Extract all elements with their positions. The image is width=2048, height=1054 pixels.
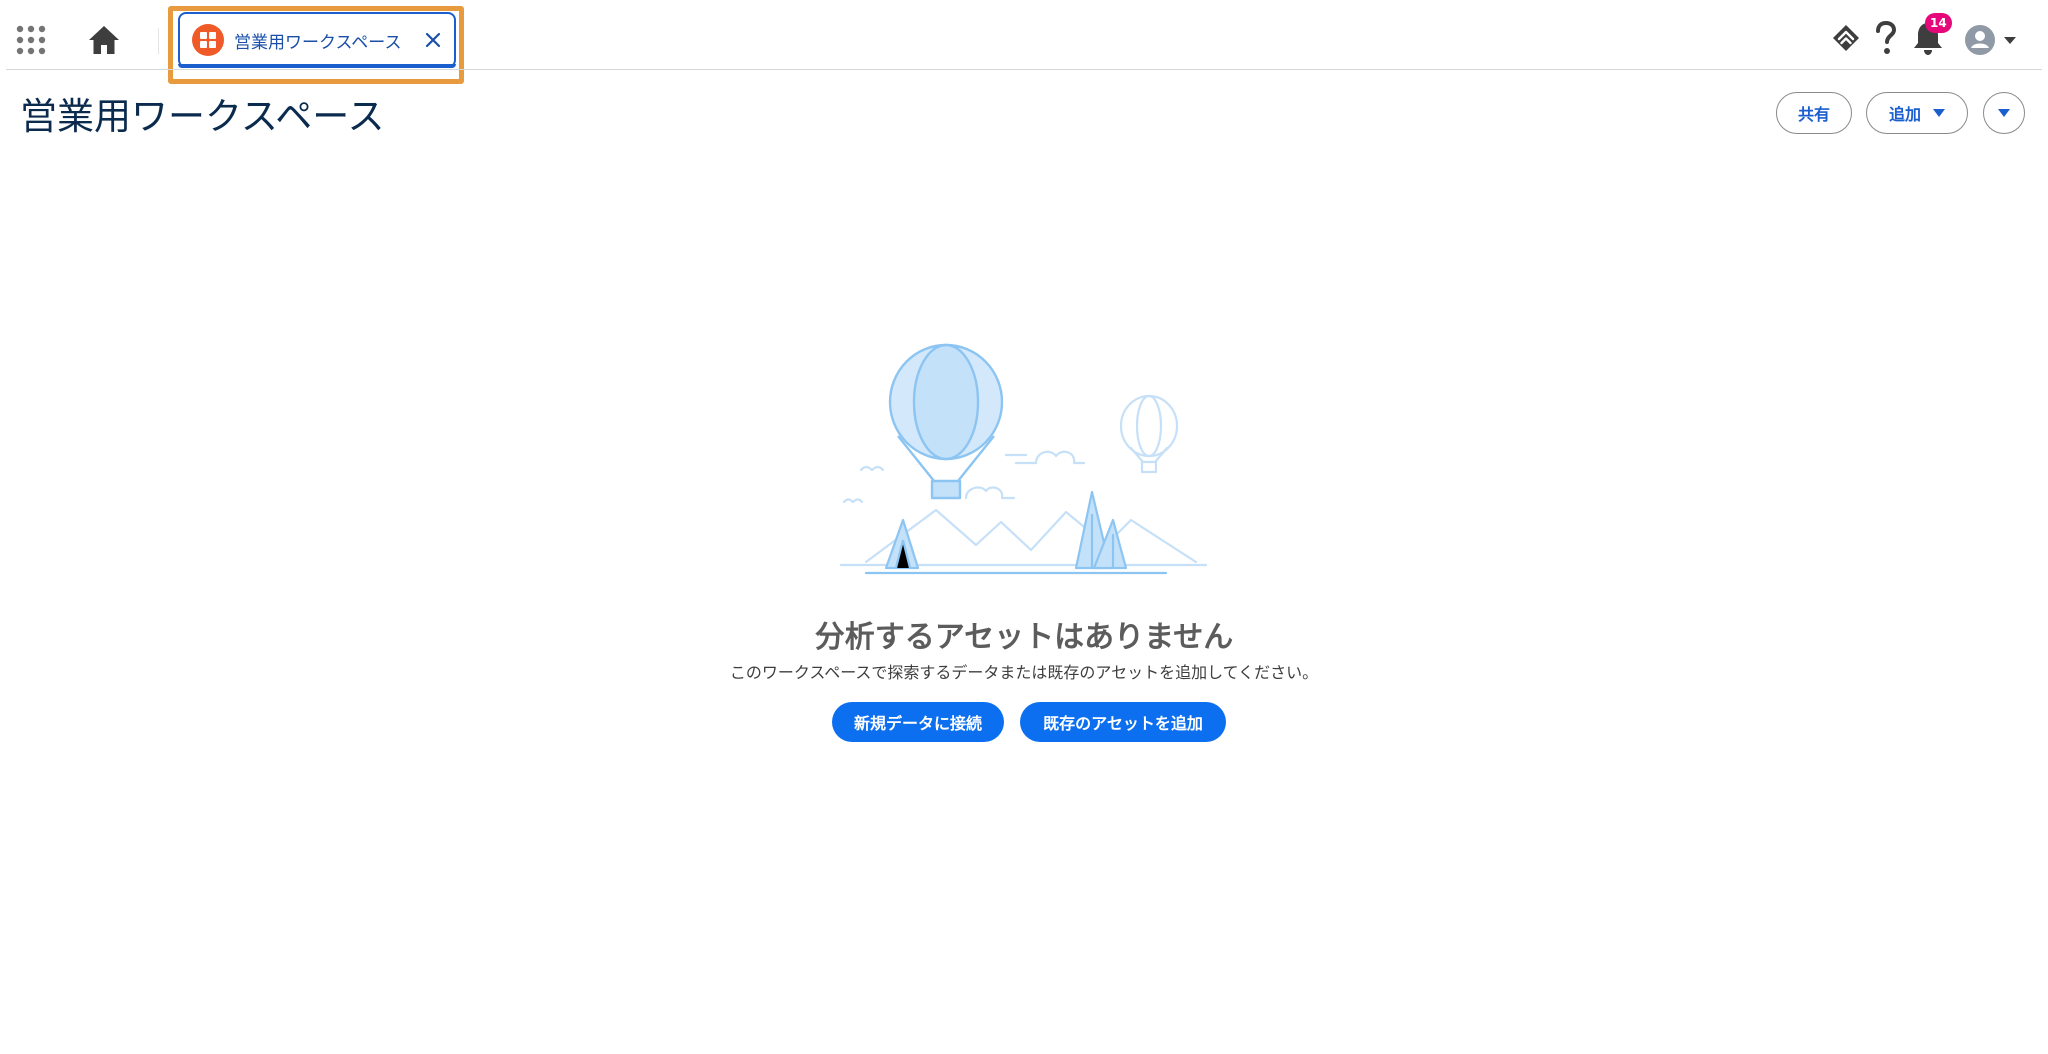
chevron-down-icon: [1998, 109, 2010, 117]
share-button-label: 共有: [1797, 105, 1830, 124]
notification-count-badge: 14: [1925, 13, 1952, 33]
page-title: 営業用ワークスペース: [20, 95, 385, 138]
share-button[interactable]: 共有: [1776, 92, 1852, 134]
assistant-icon[interactable]: [1830, 22, 1862, 54]
tab-workspace[interactable]: 営業用ワークスペース: [178, 12, 456, 68]
add-existing-asset-label: 既存のアセットを追加: [1043, 714, 1203, 733]
app-launcher-icon[interactable]: [15, 24, 47, 56]
empty-state-description: このワークスペースで探索するデータまたは既存のアセットを追加してください。: [729, 663, 1319, 682]
tab-label: 営業用ワークスペース: [234, 33, 402, 53]
avatar-icon[interactable]: [1964, 24, 2020, 56]
workspace-icon: [192, 24, 224, 56]
chevron-down-icon: [1933, 109, 1945, 117]
empty-state-title: 分析するアセットはありません: [814, 620, 1234, 655]
connect-new-data-button[interactable]: 新規データに接続: [832, 702, 1004, 742]
close-icon[interactable]: [420, 27, 446, 53]
add-dropdown-button[interactable]: 追加: [1866, 92, 1968, 134]
header-divider: [6, 69, 2042, 70]
add-button-label: 追加: [1888, 105, 1921, 124]
hot-air-balloon-illustration: [839, 343, 1208, 575]
add-existing-asset-button[interactable]: 既存のアセットを追加: [1020, 702, 1226, 742]
home-icon[interactable]: [86, 22, 122, 58]
more-actions-button[interactable]: [1983, 92, 2025, 134]
help-icon[interactable]: [1871, 20, 1901, 56]
tab-separator: [158, 28, 159, 54]
connect-new-data-label: 新規データに接続: [853, 714, 982, 733]
global-header: 営業用ワークスペース 14: [0, 0, 2048, 84]
